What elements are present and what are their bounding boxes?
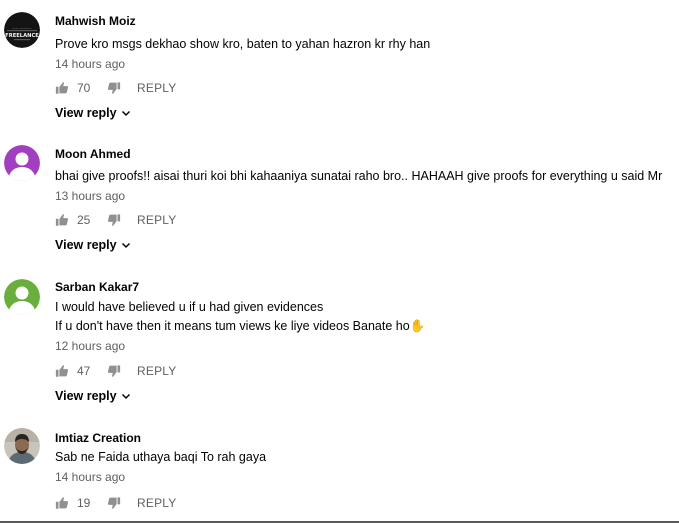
reply-button[interactable]: REPLY <box>137 364 176 378</box>
avatar-logo-text: FREELANCE <box>5 33 39 39</box>
thumbs-down-icon[interactable] <box>107 496 121 510</box>
avatar[interactable] <box>4 279 40 315</box>
comment-author[interactable]: Moon Ahmed <box>55 146 679 162</box>
like-count: 47 <box>77 364 91 378</box>
comment-timestamp[interactable]: 13 hours ago <box>55 188 679 204</box>
comment-text: bhai give proofs!! aisai thuri koi bhi k… <box>55 169 663 183</box>
like-count: 70 <box>77 81 91 95</box>
comment-author[interactable]: Sarban Kakar7 <box>55 279 679 295</box>
thumbs-down-icon[interactable] <box>107 213 121 227</box>
chevron-down-icon <box>121 391 131 401</box>
view-reply-label: View reply <box>55 238 117 252</box>
thumbs-down-icon[interactable] <box>107 81 121 95</box>
comment-actions: 19 REPLY <box>55 493 176 513</box>
view-reply-button[interactable]: View reply <box>55 387 131 405</box>
thumbs-down-icon[interactable] <box>107 364 121 378</box>
view-reply-button[interactable]: View reply <box>55 236 131 254</box>
like-count: 25 <box>77 213 91 227</box>
comment-text: Sab ne Faida uthaya baqi To rah gaya <box>55 450 267 464</box>
comment-actions: 70 REPLY <box>55 78 176 98</box>
comment-timestamp[interactable]: 14 hours ago <box>55 56 679 72</box>
comment-text: If u don't have then it means tum views … <box>55 319 426 333</box>
svg-text:—— ————: —— ———— <box>13 26 32 30</box>
like-count: 19 <box>77 496 91 510</box>
thumbs-up-icon[interactable] <box>55 496 69 510</box>
comment-author[interactable]: Imtiaz Creation <box>55 430 679 446</box>
avatar[interactable] <box>4 428 40 464</box>
avatar[interactable] <box>4 145 40 181</box>
avatar[interactable]: —— ———— FREELANCE <box>4 12 40 48</box>
chevron-down-icon <box>121 108 131 118</box>
comment-timestamp[interactable]: 12 hours ago <box>55 338 679 354</box>
reply-button[interactable]: REPLY <box>137 496 176 510</box>
view-reply-button[interactable]: View reply <box>55 104 131 122</box>
comment-text: Prove kro msgs dekhao show kro, baten to… <box>55 37 431 51</box>
view-reply-label: View reply <box>55 389 117 403</box>
comment-timestamp[interactable]: 14 hours ago <box>55 469 679 485</box>
reply-button[interactable]: REPLY <box>137 213 176 227</box>
comment-actions: 25 REPLY <box>55 210 176 230</box>
reply-button[interactable]: REPLY <box>137 81 176 95</box>
thumbs-up-icon[interactable] <box>55 81 69 95</box>
chevron-down-icon <box>121 240 131 250</box>
comment-actions: 47 REPLY <box>55 361 176 381</box>
view-reply-label: View reply <box>55 106 117 120</box>
thumbs-up-icon[interactable] <box>55 364 69 378</box>
comment-text: I would have believed u if u had given e… <box>55 300 324 314</box>
thumbs-up-icon[interactable] <box>55 213 69 227</box>
comment-author[interactable]: Mahwish Moiz <box>55 13 679 29</box>
